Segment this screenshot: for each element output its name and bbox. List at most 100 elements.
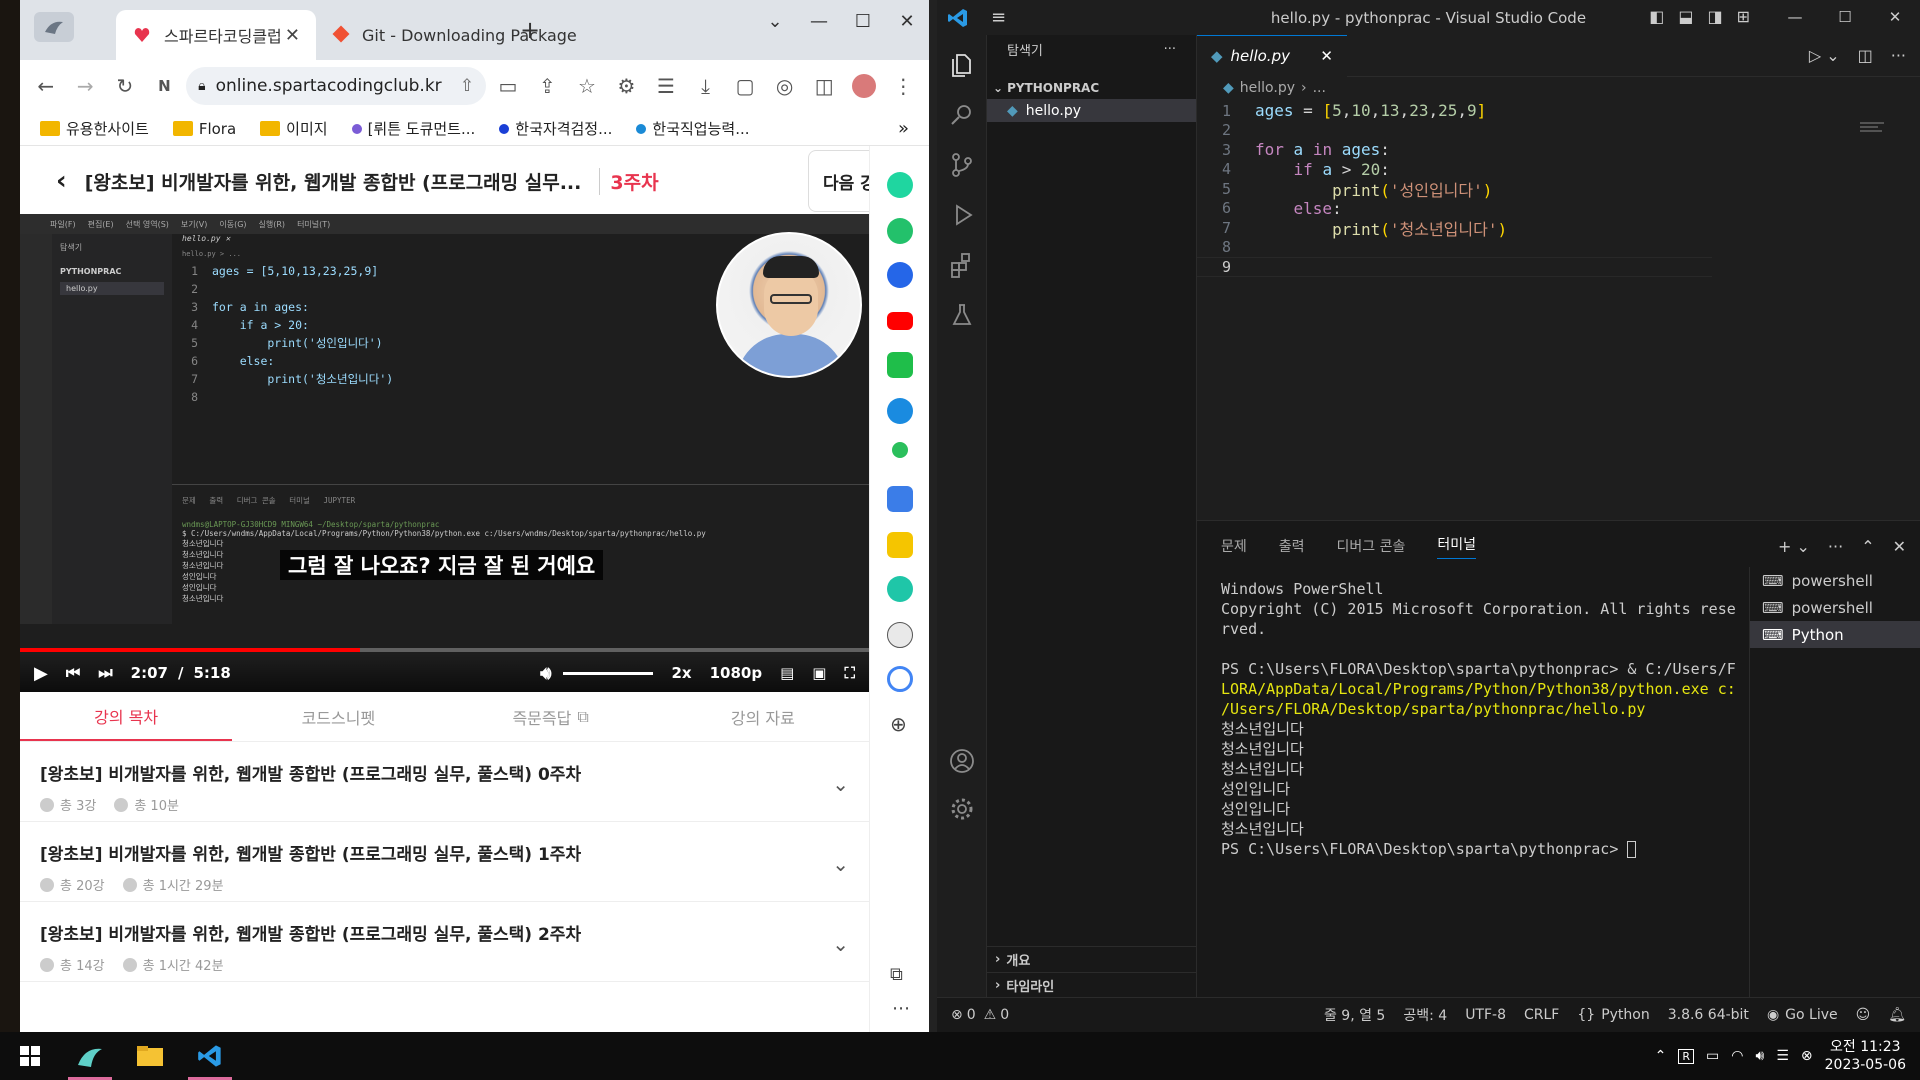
timeline-section[interactable]: › 타임라인	[987, 972, 1197, 997]
chrome-menu-icon[interactable]: ⋮	[885, 67, 921, 105]
chevron-down-icon[interactable]: ⌄	[832, 852, 849, 876]
speed-button[interactable]: 2x	[671, 664, 691, 682]
tab-git-download[interactable]: Git - Downloading Package	[316, 10, 577, 60]
close-panel-icon[interactable]: ✕	[1893, 537, 1906, 556]
chevron-down-icon[interactable]: ⌄	[832, 772, 849, 796]
side-panel-icon[interactable]: ◫	[806, 67, 842, 105]
extensions-icon[interactable]	[948, 251, 976, 279]
tab-output[interactable]: 출력	[1279, 536, 1305, 556]
terminal-item[interactable]: ⌨ powershell	[1750, 567, 1920, 594]
fullscreen-icon[interactable]: ⛶	[844, 664, 855, 682]
green-app-icon[interactable]	[892, 442, 908, 458]
run-python-icon[interactable]: ▷ ⌄	[1809, 46, 1840, 65]
tab-debug-console[interactable]: 디버그 콘솔	[1337, 536, 1406, 556]
screen-capture-icon[interactable]: ▢	[727, 67, 763, 105]
tab-qna[interactable]: 즉문즉답 ⧉	[445, 692, 657, 741]
tab-lecture-list[interactable]: 강의 목차	[20, 692, 233, 741]
folder-header[interactable]: ⌄ PYTHONPRAC	[987, 77, 1196, 99]
notes-icon[interactable]	[887, 532, 913, 558]
taskbar-vscode-icon[interactable]	[180, 1032, 240, 1080]
wifi-icon[interactable]: ◠	[1731, 1048, 1743, 1064]
taskbar-browser-icon[interactable]	[60, 1032, 120, 1080]
google-icon[interactable]	[887, 666, 913, 692]
code-line[interactable]: 5 print('성인입니다')	[1197, 179, 1920, 200]
run-debug-icon[interactable]	[948, 201, 976, 229]
code-line[interactable]: 2	[1197, 121, 1920, 141]
windows-start-icon[interactable]	[0, 1032, 60, 1080]
customize-layout-icon[interactable]: ⊞	[1737, 7, 1750, 26]
terminal-output[interactable]: Windows PowerShell Copyright (C) 2015 Mic…	[1221, 579, 1741, 859]
week-item[interactable]: [왕초보] 비개발자를 위한, 웹개발 종합반 (프로그래밍 실무, 풀스택) …	[20, 822, 869, 902]
share-page-icon[interactable]: ⇪	[530, 67, 566, 105]
file-item-hello-py[interactable]: ◆ hello.py	[987, 99, 1196, 122]
captions-icon[interactable]: ▤	[780, 664, 794, 682]
minimize-icon[interactable]: —	[797, 0, 841, 42]
explorer-more-icon[interactable]: ···	[1164, 42, 1176, 57]
address-bar[interactable]: 🔒︎ online.spartacodingclub.kr ⇧	[186, 67, 487, 105]
battery-icon[interactable]: ▭	[1706, 1048, 1719, 1064]
week-item[interactable]: [왕초보] 비개발자를 위한, 웹개발 종합반 (프로그래밍 실무, 풀스택) …	[20, 742, 869, 822]
code-line[interactable]: 3 for a in ages:	[1197, 140, 1920, 160]
cursor-position[interactable]: 줄 9, 열 5	[1324, 1005, 1385, 1025]
clock[interactable]: 오전 11:23 2023-05-06	[1825, 1038, 1906, 1074]
notion-extension-icon[interactable]: N	[147, 67, 183, 105]
code-editor[interactable]: 1 ages = [5,10,13,23,25,9] 2 3 for a in ages…	[1197, 99, 1920, 277]
play-circle-icon[interactable]	[887, 576, 913, 602]
encoding[interactable]: UTF-8	[1465, 1007, 1506, 1023]
input-method-icon[interactable]: R	[1678, 1048, 1695, 1064]
code-line[interactable]: 7 print('청소년입니다')	[1197, 218, 1920, 239]
tab-problems[interactable]: 문제	[1221, 536, 1247, 556]
split-editor-icon[interactable]: ◫	[1858, 46, 1873, 65]
bookmark-star-icon[interactable]: ☆	[569, 67, 605, 105]
previous-icon[interactable]: ⏮	[66, 663, 80, 683]
editor-tab-hello-py[interactable]: ◆ hello.py ✕	[1197, 34, 1347, 77]
code-line[interactable]: 8	[1197, 238, 1920, 258]
camera-icon[interactable]: ◎	[767, 67, 803, 105]
search-icon[interactable]	[948, 101, 976, 129]
source-control-icon[interactable]	[948, 151, 976, 179]
next-icon[interactable]: ⏭	[98, 663, 112, 683]
extensions-icon[interactable]: ⚙	[609, 67, 645, 105]
notifications-bell-icon[interactable]: 🔔︎	[1888, 1007, 1906, 1023]
panel-more-icon[interactable]: ···	[1828, 537, 1843, 556]
c-app-icon[interactable]	[887, 262, 913, 288]
line-ending[interactable]: CRLF	[1524, 1007, 1559, 1023]
blog-icon[interactable]	[887, 352, 913, 378]
code-line[interactable]: 1 ages = [5,10,13,23,25,9]	[1197, 101, 1920, 121]
profile-avatar[interactable]	[846, 67, 882, 105]
reading-list-icon[interactable]: ☰	[648, 67, 684, 105]
play-icon[interactable]: ▶	[34, 663, 48, 684]
tab-terminal[interactable]: 터미널	[1437, 534, 1477, 559]
reload-icon[interactable]: ↻	[107, 67, 143, 105]
bookmark-link[interactable]: [뤼튼 도큐먼트...	[351, 118, 475, 139]
share-icon[interactable]: ⇧	[460, 76, 474, 96]
code-line[interactable]: 9	[1197, 257, 1712, 277]
new-terminal-icon[interactable]: + ⌄	[1778, 537, 1810, 556]
close-tab-icon[interactable]: ✕	[1320, 47, 1333, 65]
toggle-sidebar-icon[interactable]: ◧	[1649, 7, 1664, 26]
quality-button[interactable]: 1080p	[710, 664, 763, 682]
tab-code-snippet[interactable]: 코드스니펫	[232, 692, 444, 741]
maximize-panel-icon[interactable]: ⌃	[1861, 537, 1874, 556]
install-app-icon[interactable]: ▭	[490, 67, 526, 105]
close-icon[interactable]: ✕	[1870, 0, 1920, 35]
toggle-panel-icon[interactable]: ⬓	[1678, 7, 1693, 26]
problems-status[interactable]: ⊗ 0 ⚠ 0	[951, 1007, 1009, 1023]
bookmark-link[interactable]: 한국자격검정...	[499, 118, 612, 139]
maximize-icon[interactable]: ☐	[841, 0, 885, 42]
terminal-item[interactable]: ⌨ powershell	[1750, 594, 1920, 621]
accounts-icon[interactable]	[948, 747, 976, 775]
toggle-secondary-sidebar-icon[interactable]: ◨	[1707, 7, 1722, 26]
video-player[interactable]: 파일(F) 편집(E) 선택 영역(S) 보기(V) 이동(G) 실행(R) 터미널(T) …	[20, 214, 869, 692]
video-progress-bar[interactable]	[20, 648, 869, 652]
edge-icon[interactable]	[887, 398, 913, 424]
taskbar-file-explorer-icon[interactable]	[120, 1032, 180, 1080]
action-center-icon[interactable]: ☰	[1776, 1048, 1789, 1064]
do-not-disturb-icon[interactable]: ⊗	[1801, 1048, 1813, 1064]
go-live-button[interactable]: ◉ Go Live	[1767, 1007, 1838, 1023]
minimize-icon[interactable]: —	[1770, 0, 1820, 35]
open-external-icon[interactable]: ⧉	[890, 964, 903, 985]
back-chevron-icon[interactable]: ‹	[56, 166, 67, 196]
bookmarks-overflow-icon[interactable]: »	[898, 118, 909, 139]
week-item[interactable]: [왕초보] 비개발자를 위한, 웹개발 종합반 (프로그래밍 실무, 풀스택) …	[20, 902, 869, 982]
